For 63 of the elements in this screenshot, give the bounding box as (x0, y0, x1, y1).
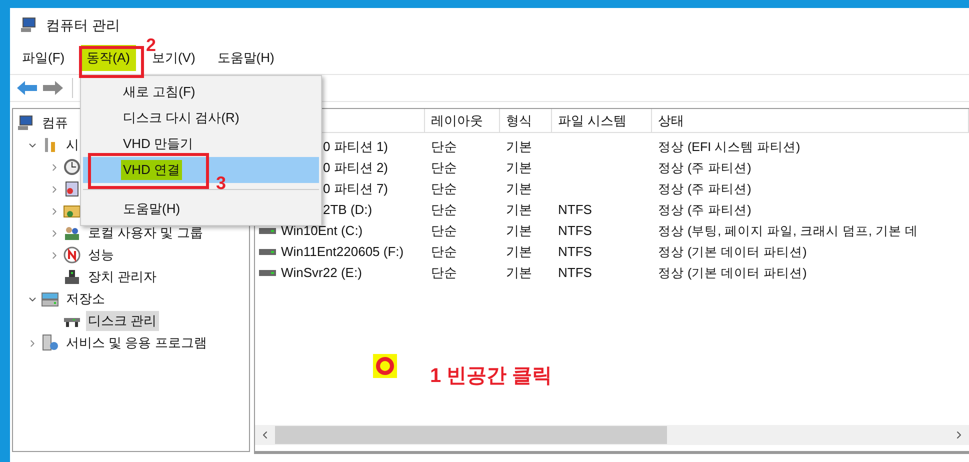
table-cell-text: 0 파티션 7) (323, 180, 388, 198)
table-cell: 정상 (기본 데이터 파티션) (658, 266, 807, 280)
scrollbar-thumb[interactable] (275, 426, 667, 444)
drive-icon (259, 226, 277, 234)
computer-icon (20, 16, 38, 34)
services-icon (41, 334, 59, 352)
highlight-frame (79, 46, 144, 78)
table-cell: 정상 (부팅, 페이지 파일, 크래시 덤프, 기본 데 (658, 224, 918, 238)
column-header[interactable]: 파일 시스템 (552, 109, 652, 132)
column-header[interactable]: 상태 (652, 109, 969, 132)
forward-arrow-icon[interactable] (42, 79, 64, 97)
column-header[interactable]: 레이아웃 (425, 109, 500, 132)
step-number: 2 (146, 36, 156, 54)
table-cell-text: WinSvr22 (E:) (281, 264, 362, 282)
back-arrow-icon[interactable] (16, 79, 38, 97)
menu-item[interactable]: 파일(F) (16, 45, 71, 71)
instruction-text: 1 빈공간 클릭 (430, 364, 552, 389)
drive-icon (259, 248, 277, 256)
table-cell: 기본 (506, 180, 532, 196)
table-cell: 정상 (기본 데이터 파티션) (658, 244, 807, 259)
table-cell: NTFS (558, 222, 592, 238)
drive-icon (259, 268, 277, 276)
table-cell-text: Win11Ent220605 (F:) (281, 242, 404, 261)
horizontal-scrollbar[interactable] (255, 425, 969, 445)
table-cell: 정상 (주 파티션) (658, 182, 752, 196)
table-cell: 기본 (506, 160, 532, 175)
menu-item[interactable]: 새로 고침(F) (83, 79, 319, 105)
table-cell: 정상 (주 파티션) (658, 160, 752, 175)
table-cell: 단순 (431, 244, 457, 259)
storage-icon (41, 290, 59, 308)
table-cell: 단순 (431, 138, 457, 154)
table-cell-text: 0 파티션 2) (323, 158, 388, 177)
table-cell: 기본 (506, 244, 532, 259)
table-cell-text: Win10Ent (C:) (281, 222, 363, 240)
table-cell: 단순 (431, 202, 457, 217)
users-icon (63, 224, 81, 242)
table-cell: NTFS (558, 264, 592, 280)
menu-item[interactable]: 도움말(H) (83, 196, 319, 222)
table-cell: 단순 (431, 180, 457, 196)
click-marker-icon (373, 354, 397, 378)
device-icon (63, 268, 81, 286)
table-cell: NTFS (558, 202, 592, 217)
menu-item[interactable]: 도움말(H) (211, 45, 280, 71)
tree-item[interactable]: 디스크 관리 (86, 311, 159, 331)
table-cell-text: 0 파티션 1) (323, 138, 388, 156)
table-cell: 정상 (주 파티션) (658, 202, 752, 217)
table-cell: NTFS (558, 244, 592, 259)
table-cell: 기본 (506, 202, 532, 217)
computer-icon (17, 114, 35, 132)
menu-item[interactable]: VHD 만들기 (83, 131, 319, 157)
table-cell: 기본 (506, 264, 532, 280)
table-cell: 기본 (506, 138, 532, 154)
window-title: 컴퓨터 관리 (46, 16, 120, 34)
column-header[interactable]: 형식 (500, 109, 552, 132)
table-cell: 단순 (431, 160, 457, 175)
gauge-icon (63, 246, 81, 264)
table-cell-text: 2TB (D:) (323, 200, 372, 219)
table-cell: 단순 (431, 264, 457, 280)
menu-item[interactable]: 디스크 다시 검사(R) (83, 105, 319, 131)
table-cell: 기본 (506, 222, 532, 238)
table-cell: 단순 (431, 222, 457, 238)
log-icon (63, 180, 81, 198)
table-cell: 정상 (EFI 시스템 파티션) (658, 140, 800, 154)
